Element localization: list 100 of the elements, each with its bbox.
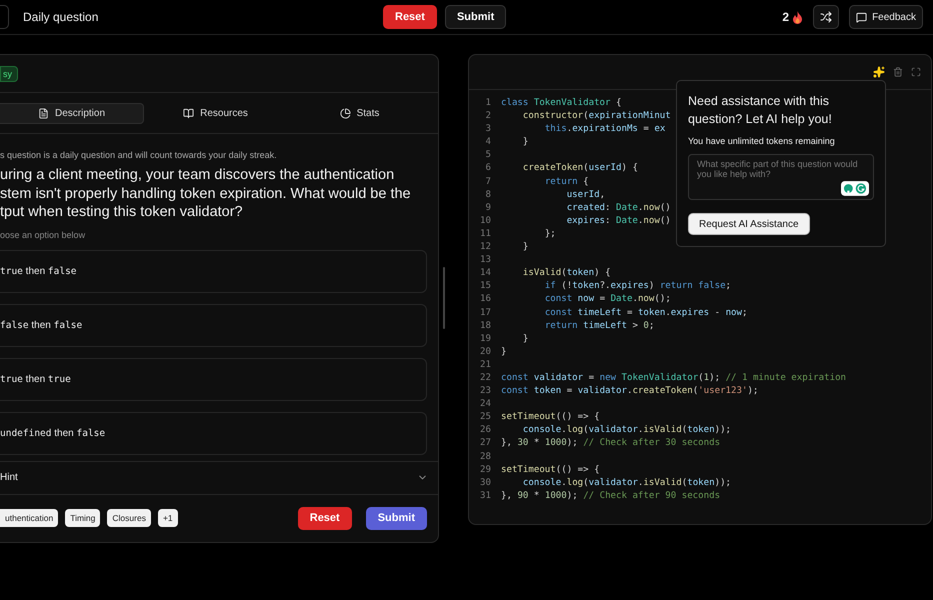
line-number: 19	[479, 334, 491, 346]
code-line: console.log(validator.isValid(token));	[522, 425, 732, 438]
expand-icon[interactable]	[911, 67, 921, 77]
option-text: true then true	[0, 374, 71, 384]
panel-tab[interactable]: Description	[0, 102, 144, 124]
code-line: }	[501, 346, 506, 359]
line-number: 11	[479, 228, 491, 241]
line-number: 14	[479, 268, 491, 280]
difficulty-badge: sy	[0, 66, 18, 82]
line-number: 28	[479, 452, 491, 464]
line-number: 9	[484, 202, 491, 215]
code-line: }, 30 * 1000); // Check after 30 seconds	[501, 438, 720, 450]
line-number: 30	[479, 478, 491, 490]
popover-title: Need assistance with this question? Let AI help you!	[688, 93, 833, 128]
topic-tag: uthentication	[0, 509, 58, 527]
sparkle-icon[interactable]	[873, 66, 885, 78]
submit-button[interactable]: Submit	[366, 506, 427, 530]
document-icon	[38, 108, 49, 118]
line-number: 17	[479, 308, 491, 320]
trash-icon[interactable]	[893, 67, 903, 77]
line-number: 2	[484, 111, 491, 124]
line-number: 29	[479, 464, 491, 477]
hint-toggle[interactable]: Hint	[0, 460, 438, 494]
line-number: 13	[479, 255, 491, 268]
line-number: 10	[479, 216, 491, 228]
topic-tag: Timing	[65, 509, 100, 527]
line-number: 7	[484, 176, 491, 189]
code-line: const token = validator.createToken('user123');	[501, 386, 758, 398]
code-line: setTimeout(() => {	[501, 464, 600, 477]
panel-tab[interactable]: Stats	[288, 102, 432, 124]
line-number: 26	[479, 425, 491, 438]
chat-bubble-icon	[856, 12, 868, 22]
code-line: }	[522, 242, 528, 254]
line-number: 8	[484, 190, 491, 202]
code-line: created: Date.now()	[566, 202, 671, 215]
code-line: setTimeout(() => {	[501, 412, 600, 424]
line-number: 22	[479, 372, 491, 385]
code-line: userId,	[566, 190, 606, 202]
topic-tag: +1	[158, 509, 178, 527]
line-number: 23	[479, 386, 491, 398]
request-ai-button[interactable]: Request AI Assistance	[688, 213, 810, 235]
flame-icon	[792, 10, 804, 24]
option-prompt: oose an option below	[0, 230, 86, 240]
book-icon	[183, 108, 194, 118]
option-text: true then false	[0, 266, 77, 276]
question-text: uring a client meeting, your team discovers the authentication stem isn't properly handling token expiration. What would be the tput when testing this token validator?	[0, 166, 412, 222]
line-number: 18	[479, 320, 491, 333]
code-line: this.expirationMs = ex	[544, 124, 666, 136]
answer-option[interactable]: true then false	[0, 250, 427, 292]
line-number: 1	[484, 98, 491, 110]
line-number: 27	[479, 438, 491, 450]
line-number: 24	[479, 399, 491, 412]
line-number: 3	[484, 124, 491, 136]
code-line: if (!token?.expires) return false;	[544, 281, 732, 294]
line-number: 16	[479, 294, 491, 306]
line-number: 5	[484, 150, 491, 162]
code-line: const timeLeft = token.expires - now;	[544, 308, 748, 320]
question-input[interactable]: What specific part of this question would you like help with?	[688, 154, 874, 200]
code-line: }, 90 * 1000); // Check after 90 seconds	[501, 490, 720, 503]
topic-tag: Closures	[107, 509, 151, 527]
shuffle-icon	[820, 11, 832, 23]
scrollbar[interactable]	[443, 267, 445, 330]
code-line: isValid(token) {	[522, 268, 611, 280]
pie-chart-icon	[340, 108, 351, 118]
answer-option[interactable]: false then false	[0, 304, 427, 346]
line-number: 4	[484, 137, 491, 150]
code-line: }	[522, 137, 528, 150]
line-number: 6	[484, 163, 491, 176]
feedback-button[interactable]: Feedback	[849, 5, 923, 29]
daily-notice: s question is a daily question and will count towards your daily streak.	[0, 150, 278, 160]
submit-button[interactable]: Submit	[444, 5, 506, 29]
code-line: console.log(validator.isValid(token));	[522, 478, 732, 490]
line-number: 15	[479, 281, 491, 294]
code-line: createToken(userId) {	[522, 163, 638, 176]
option-text: undefined then false	[0, 428, 106, 438]
page-title: Daily question	[23, 10, 100, 24]
code-line: }	[522, 334, 528, 346]
code-line: return timeLeft > 0;	[544, 320, 654, 333]
line-number: 25	[479, 412, 491, 424]
answer-option[interactable]: true then true	[0, 358, 427, 400]
line-number: 20	[479, 346, 491, 359]
code-line: const now = Date.now();	[544, 294, 671, 306]
code-line: constructor(expirationMinut	[522, 111, 671, 124]
code-line: return {	[544, 176, 589, 189]
code-line: const validator = new TokenValidator(1); // 1 minute expiration	[501, 372, 846, 385]
streak-count: 2	[782, 10, 790, 24]
code-line: class TokenValidator {	[501, 98, 622, 110]
panel-tab[interactable]: Resources	[144, 102, 288, 124]
shuffle-button[interactable]	[813, 5, 840, 29]
line-number: 21	[479, 360, 491, 372]
reset-button[interactable]: Reset	[298, 506, 352, 530]
code-line: expires: Date.now()	[566, 216, 671, 228]
option-text: false then false	[0, 320, 82, 330]
line-number: 12	[479, 242, 491, 254]
reset-button[interactable]: Reset	[383, 5, 437, 29]
answer-option[interactable]: undefined then false	[0, 412, 427, 454]
token-status: You have unlimited tokens remaining	[688, 136, 836, 146]
assistant-badge-icon[interactable]	[841, 181, 869, 196]
code-line: };	[544, 228, 556, 241]
line-number: 31	[479, 490, 491, 503]
